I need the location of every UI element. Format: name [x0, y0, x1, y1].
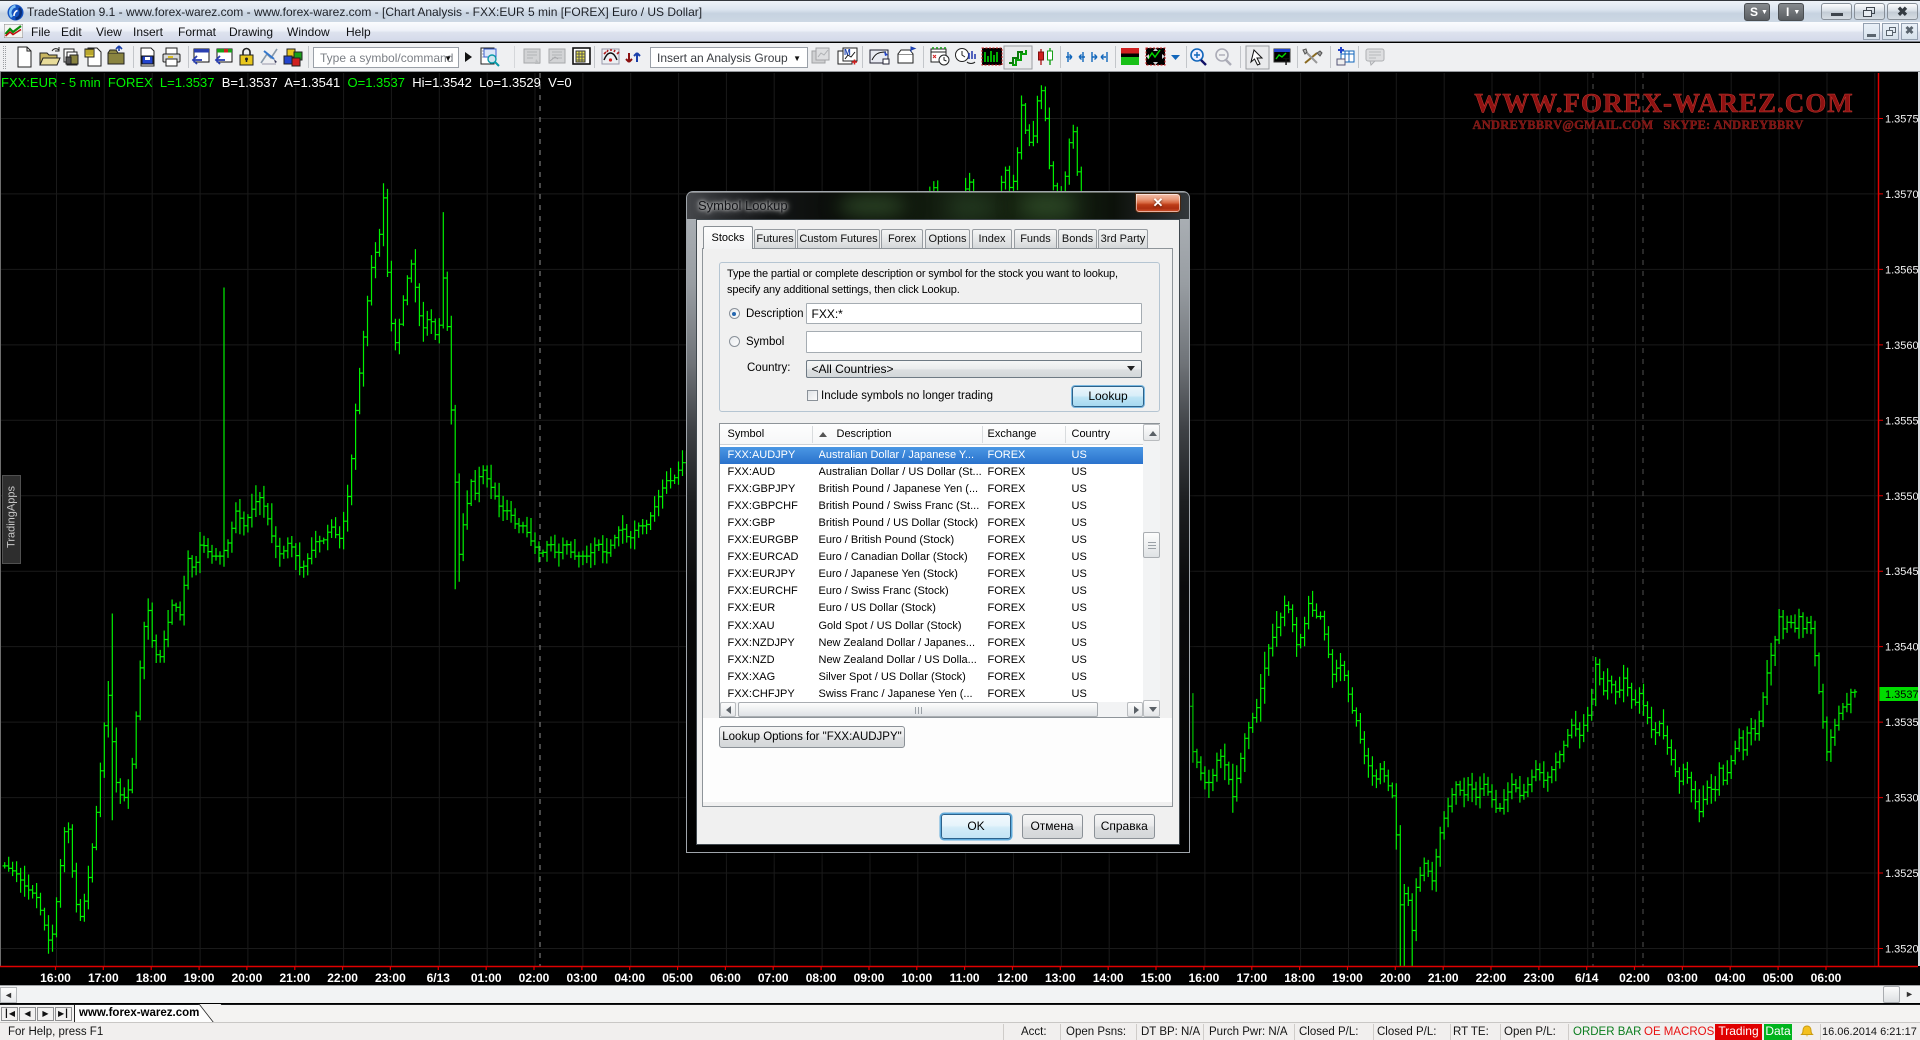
svg-text:1.3537: 1.3537 [1885, 689, 1919, 701]
svg-text:1.3525: 1.3525 [1885, 868, 1919, 880]
svg-text:1.3545: 1.3545 [1885, 566, 1919, 578]
svg-text:02:00: 02:00 [1619, 971, 1650, 985]
svg-text:03:00: 03:00 [1667, 971, 1698, 985]
svg-text:1.3550: 1.3550 [1885, 491, 1919, 503]
svg-text:ANDREYBBRV@GMAIL.COM SKYPE:: ANDREYBBRV@GMAIL.COM SKYPE: ANDREYBBRV [1473, 118, 1804, 132]
svg-text:16:00: 16:00 [1189, 971, 1220, 985]
svg-text:1.3555: 1.3555 [1885, 415, 1919, 427]
svg-text:23:00: 23:00 [375, 971, 406, 985]
svg-text:WWW.FOREX-WAREZ.COM: WWW.FOREX-WAREZ.COM [1474, 88, 1854, 118]
svg-text:13:00: 13:00 [1045, 971, 1076, 985]
svg-text:6/14: 6/14 [1575, 971, 1599, 985]
svg-text:1.3540: 1.3540 [1885, 642, 1919, 654]
svg-text:09:00: 09:00 [854, 971, 885, 985]
svg-text:05:00: 05:00 [1763, 971, 1794, 985]
svg-text:1.3570: 1.3570 [1885, 189, 1919, 201]
svg-text:21:00: 21:00 [279, 971, 310, 985]
svg-text:02:00: 02:00 [519, 971, 550, 985]
svg-text:01:00: 01:00 [471, 971, 502, 985]
svg-text:1.3575: 1.3575 [1885, 114, 1919, 126]
svg-text:22:00: 22:00 [327, 971, 358, 985]
svg-text:20:00: 20:00 [1380, 971, 1411, 985]
svg-text:19:00: 19:00 [184, 971, 215, 985]
svg-text:18:00: 18:00 [1284, 971, 1315, 985]
svg-text:07:00: 07:00 [758, 971, 789, 985]
svg-text:15:00: 15:00 [1141, 971, 1172, 985]
svg-text:1.3520: 1.3520 [1885, 944, 1919, 956]
svg-text:08:00: 08:00 [806, 971, 837, 985]
svg-text:06:00: 06:00 [710, 971, 741, 985]
svg-text:17:00: 17:00 [1236, 971, 1267, 985]
svg-text:18:00: 18:00 [136, 971, 167, 985]
svg-text:6/13: 6/13 [427, 971, 451, 985]
svg-text:16:00: 16:00 [40, 971, 71, 985]
svg-text:04:00: 04:00 [614, 971, 645, 985]
svg-text:1.3565: 1.3565 [1885, 264, 1919, 276]
svg-text:23:00: 23:00 [1524, 971, 1555, 985]
svg-text:12:00: 12:00 [997, 971, 1028, 985]
svg-text:1.3535: 1.3535 [1885, 717, 1919, 729]
svg-text:17:00: 17:00 [88, 971, 119, 985]
svg-text:1.3560: 1.3560 [1885, 340, 1919, 352]
svg-text:04:00: 04:00 [1715, 971, 1746, 985]
svg-text:21:00: 21:00 [1428, 971, 1459, 985]
svg-text:05:00: 05:00 [662, 971, 693, 985]
svg-text:1.3530: 1.3530 [1885, 793, 1919, 805]
svg-text:14:00: 14:00 [1093, 971, 1124, 985]
svg-text:19:00: 19:00 [1332, 971, 1363, 985]
svg-text:06:00: 06:00 [1811, 971, 1842, 985]
svg-text:10:00: 10:00 [901, 971, 932, 985]
svg-text:22:00: 22:00 [1476, 971, 1507, 985]
svg-text:03:00: 03:00 [567, 971, 598, 985]
svg-text:20:00: 20:00 [232, 971, 263, 985]
svg-text:11:00: 11:00 [950, 971, 980, 985]
